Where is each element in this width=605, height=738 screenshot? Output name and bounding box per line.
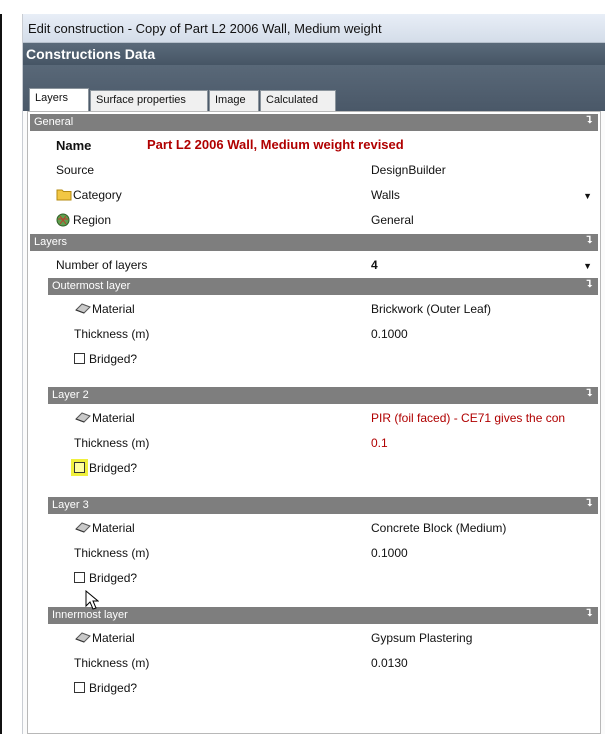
material-value[interactable]: PIR (foil faced) - CE71 gives the con xyxy=(371,411,565,425)
region-globe-icon xyxy=(56,213,70,227)
collapse-chevron-icon[interactable]: ⮧ xyxy=(586,115,592,126)
tab-calculated-label: Calculated xyxy=(266,94,318,106)
edit-construction-window: Edit construction - Copy of Part L2 2006… xyxy=(22,14,605,734)
tab-layers[interactable]: Layers xyxy=(29,88,89,111)
source-row[interactable]: Source DesignBuilder xyxy=(30,158,598,183)
thickness-value[interactable]: 0.0130 xyxy=(371,656,408,670)
section-layer-2[interactable]: Layer 2 ⮧ xyxy=(48,387,598,404)
number-of-layers-dropdown-arrow-icon[interactable]: ▼ xyxy=(583,261,592,271)
material-row[interactable]: Material PIR (foil faced) - CE71 gives t… xyxy=(30,406,598,431)
name-row[interactable]: Name Part L2 2006 Wall, Medium weight re… xyxy=(30,133,598,158)
collapse-chevron-icon[interactable]: ⮧ xyxy=(586,388,592,399)
section-general-label: General xyxy=(34,116,74,128)
bridged-checkbox[interactable] xyxy=(74,572,85,583)
region-row[interactable]: Region General xyxy=(30,208,598,233)
thickness-row[interactable]: Thickness (m) 0.1000 xyxy=(30,322,598,347)
thickness-value[interactable]: 0.1000 xyxy=(371,546,408,560)
layer-header-label: Layer 3 xyxy=(52,499,89,511)
category-value[interactable]: Walls xyxy=(371,188,400,202)
material-label: Material xyxy=(92,302,135,316)
bridged-row[interactable]: Bridged? xyxy=(30,676,598,701)
material-value[interactable]: Gypsum Plastering xyxy=(371,631,472,645)
window-title: Edit construction - Copy of Part L2 2006… xyxy=(28,21,382,36)
thickness-value[interactable]: 0.1 xyxy=(371,436,388,450)
material-icon xyxy=(75,303,91,314)
tab-surface-properties[interactable]: Surface properties xyxy=(90,90,208,111)
bridged-label: Bridged? xyxy=(89,681,138,695)
section-outermost-layer[interactable]: Outermost layer ⮧ xyxy=(48,278,598,295)
bridged-row[interactable]: Bridged? xyxy=(30,566,598,591)
number-of-layers-value[interactable]: 4 xyxy=(371,258,378,272)
section-innermost-layer[interactable]: Innermost layer ⮧ xyxy=(48,607,598,624)
thickness-row[interactable]: Thickness (m) 0.1000 xyxy=(30,541,598,566)
header-title: Constructions Data xyxy=(26,46,156,62)
tab-strip: Layers Surface properties Image Calculat… xyxy=(23,65,605,111)
material-row[interactable]: Material Concrete Block (Medium) xyxy=(30,516,598,541)
collapse-chevron-icon[interactable]: ⮧ xyxy=(586,235,592,246)
folder-icon xyxy=(56,189,72,201)
material-row[interactable]: Material Brickwork (Outer Leaf) xyxy=(30,297,598,322)
material-icon xyxy=(75,522,91,533)
layer-header-label: Layer 2 xyxy=(52,389,89,401)
section-layers[interactable]: Layers ⮧ xyxy=(30,234,598,251)
region-value: General xyxy=(371,213,414,227)
material-label: Material xyxy=(92,631,135,645)
bridged-row[interactable]: Bridged? xyxy=(30,456,598,481)
bridged-label: Bridged? xyxy=(89,352,138,366)
category-row[interactable]: Category Walls ▼ xyxy=(30,183,598,208)
category-dropdown-arrow-icon[interactable]: ▼ xyxy=(583,191,592,201)
category-label: Category xyxy=(73,188,122,202)
tab-image[interactable]: Image xyxy=(209,90,259,111)
thickness-label: Thickness (m) xyxy=(74,436,150,450)
thickness-label: Thickness (m) xyxy=(74,656,150,670)
material-label: Material xyxy=(92,411,135,425)
collapse-chevron-icon[interactable]: ⮧ xyxy=(586,279,592,290)
name-value[interactable]: Part L2 2006 Wall, Medium weight revised xyxy=(147,137,404,152)
bridged-label: Bridged? xyxy=(89,571,138,585)
collapse-chevron-icon[interactable]: ⮧ xyxy=(586,608,592,619)
properties-grid: General ⮧ Name Part L2 2006 Wall, Medium… xyxy=(27,111,601,734)
bridged-checkbox[interactable] xyxy=(74,462,85,473)
material-icon xyxy=(75,632,91,643)
thickness-value[interactable]: 0.1000 xyxy=(371,327,408,341)
mouse-cursor-icon xyxy=(85,590,99,610)
constructions-data-header: Constructions Data xyxy=(23,43,605,65)
bridged-row[interactable]: Bridged? xyxy=(30,347,598,372)
number-of-layers-row[interactable]: Number of layers 4 ▼ xyxy=(30,253,598,278)
number-of-layers-label: Number of layers xyxy=(56,258,148,272)
tab-calculated[interactable]: Calculated xyxy=(260,90,336,111)
source-value: DesignBuilder xyxy=(371,163,446,177)
tab-layers-label: Layers xyxy=(35,92,69,104)
material-value[interactable]: Concrete Block (Medium) xyxy=(371,521,506,535)
section-general[interactable]: General ⮧ xyxy=(30,114,598,131)
thickness-label: Thickness (m) xyxy=(74,546,150,560)
bridged-checkbox[interactable] xyxy=(74,353,85,364)
thickness-row[interactable]: Thickness (m) 0.1 xyxy=(30,431,598,456)
source-label: Source xyxy=(56,163,95,177)
region-label: Region xyxy=(73,213,112,227)
tab-surface-properties-label: Surface properties xyxy=(96,94,186,106)
material-label: Material xyxy=(92,521,135,535)
bridged-checkbox[interactable] xyxy=(74,682,85,693)
material-row[interactable]: Material Gypsum Plastering xyxy=(30,626,598,651)
section-layer-3[interactable]: Layer 3 ⮧ xyxy=(48,497,598,514)
bridged-label: Bridged? xyxy=(89,461,138,475)
collapse-chevron-icon[interactable]: ⮧ xyxy=(586,498,592,509)
material-icon xyxy=(75,412,91,423)
name-label: Name xyxy=(56,138,92,153)
thickness-label: Thickness (m) xyxy=(74,327,150,341)
title-bar: Edit construction - Copy of Part L2 2006… xyxy=(23,14,605,43)
layer-header-label: Innermost layer xyxy=(52,609,128,621)
section-layers-label: Layers xyxy=(34,236,68,248)
thickness-row[interactable]: Thickness (m) 0.0130 xyxy=(30,651,598,676)
tab-image-label: Image xyxy=(215,94,246,106)
layer-header-label: Outermost layer xyxy=(52,280,131,292)
material-value[interactable]: Brickwork (Outer Leaf) xyxy=(371,302,491,316)
left-edge xyxy=(0,14,2,734)
